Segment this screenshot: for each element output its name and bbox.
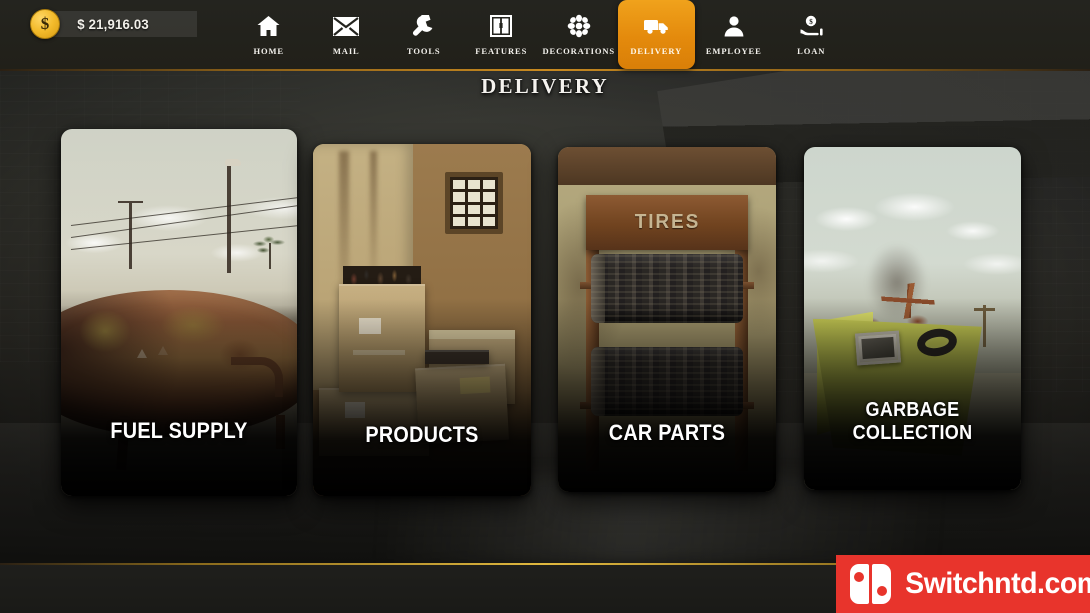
cabinet-icon (488, 14, 515, 39)
card-label: CAR PARTS (608, 420, 726, 445)
card-scrim (61, 290, 297, 496)
nav-item-mail[interactable]: MAIL (308, 0, 386, 69)
card-scrim (558, 298, 776, 492)
nav-label: EMPLOYEE (705, 45, 762, 56)
flower-icon (565, 14, 592, 39)
home-icon (255, 14, 282, 39)
tires-sign: TIRES (586, 195, 748, 251)
card-label: GARBAGE COLLECTION (852, 399, 973, 444)
nav-label: LOAN (797, 45, 826, 56)
coin-icon: $ (30, 9, 60, 39)
barred-window (444, 172, 503, 235)
nav-label: DECORATIONS (542, 45, 616, 56)
nav-label: HOME (253, 45, 284, 56)
wrench-icon (410, 14, 437, 39)
street-lamp-post (227, 165, 231, 273)
nav-label: TOOLS (406, 45, 441, 56)
palm-tree (253, 233, 287, 270)
delivery-card-garbage-collection[interactable]: GARBAGE COLLECTION (804, 147, 1021, 490)
joycon-left (850, 564, 869, 604)
nav-item-delivery[interactable]: DELIVERY (617, 0, 695, 69)
main-nav: HOME MAIL TOOLS FEATURES DECORATIONS DEL… (230, 0, 850, 69)
ceiling-beam (558, 147, 776, 185)
nav-label: MAIL (332, 45, 360, 56)
money-amount: $ 21,916.03 (77, 16, 149, 32)
nav-label: DELIVERY (630, 45, 683, 56)
page-title: DELIVERY (481, 74, 609, 98)
nav-label: FEATURES (475, 45, 528, 56)
delivery-card-car-parts[interactable]: TIRES CAR PARTS (558, 147, 776, 492)
delivery-card-fuel-supply[interactable]: FUEL SUPPLY (61, 129, 297, 496)
nav-item-employee[interactable]: EMPLOYEE (695, 0, 773, 69)
card-scrim (804, 297, 1021, 490)
delivery-card-products[interactable]: PRODUCTS (313, 144, 531, 496)
nav-item-features[interactable]: FEATURES (463, 0, 541, 69)
watermark-text: Switchntd.com (905, 567, 1090, 600)
utility-pole (129, 201, 132, 269)
game-screen: HOME MAIL TOOLS FEATURES DECORATIONS DEL… (0, 0, 1090, 613)
nintendo-switch-icon (850, 564, 891, 604)
nav-item-decorations[interactable]: DECORATIONS (540, 0, 618, 69)
watermark: Switchntd.com (836, 555, 1090, 613)
money-plate: $ 21,916.03 (47, 11, 197, 37)
svg-text:$: $ (809, 18, 813, 26)
nav-item-tools[interactable]: TOOLS (385, 0, 463, 69)
card-scrim (313, 298, 531, 496)
nav-item-loan[interactable]: $ LOAN (773, 0, 851, 69)
pole-crossarm (118, 201, 143, 203)
person-icon (720, 14, 747, 39)
street-lamp-head (225, 159, 241, 166)
mail-icon (333, 14, 360, 39)
tires-sign-text: TIRES (634, 211, 700, 234)
nav-item-home[interactable]: HOME (230, 0, 308, 69)
card-label: FUEL SUPPLY (110, 418, 248, 443)
hand-coin-icon: $ (798, 14, 825, 39)
truck-icon (643, 14, 670, 39)
joycon-right (872, 564, 891, 604)
money-display: $ $ 21,916.03 (30, 9, 197, 39)
card-label: PRODUCTS (365, 422, 479, 447)
